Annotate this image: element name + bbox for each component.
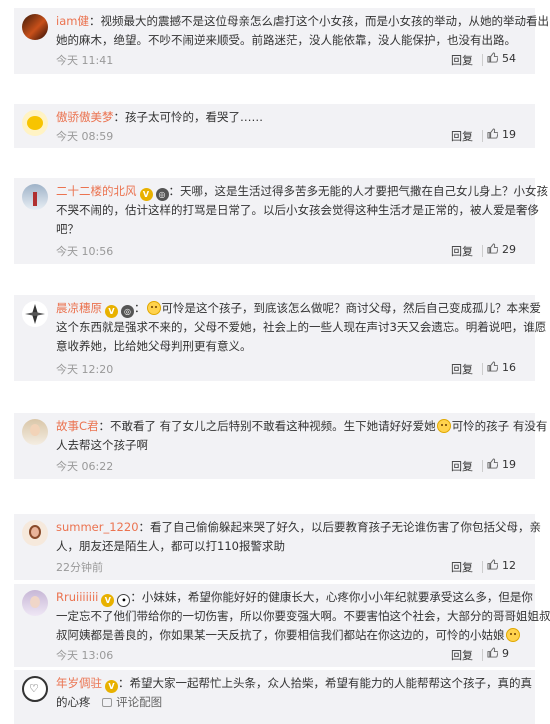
like-count: 9 [502,647,509,660]
username[interactable]: iam健 [56,14,89,28]
panda-badge-icon: • [117,594,131,607]
like-button[interactable]: 12 [487,559,525,572]
avatar[interactable] [22,184,48,210]
comment-text: 意收养她，比给她父母判刑更有意义。 [56,339,252,353]
avatar[interactable] [22,590,48,616]
avatar[interactable] [22,419,48,445]
avatar[interactable] [22,14,48,40]
like-button[interactable]: 9 [487,647,525,660]
comment-text: 一定忘不了他们带给你的一切伤害，所以你要变强大啊。不要害怕这个社会，大部分的哥哥… [56,609,550,623]
divider [482,460,483,472]
avatar[interactable] [22,110,48,136]
avatar[interactable] [22,520,48,546]
timestamp: 22分钟前 [56,561,103,574]
thumbs-up-icon [487,52,498,63]
reply-button[interactable]: 回复 [451,52,473,68]
member-badge-icon: V [101,594,115,607]
username[interactable]: 二十二楼的北风 [56,184,137,198]
member-badge-icon: V [105,680,118,693]
comment-text: 不哭不闹的，估计这样的打骂是日常了。以后小女孩会觉得这种生活才是正常的，被人爱是… [56,203,539,217]
like-count: 54 [502,52,516,65]
comment-card: Rruiiiiiii V • ：小妹妹，希望你能好好的健康长大，心疼你小小年纪就要承受… [14,584,550,667]
comment-card: 故事C君：不敢看了 有了女儿之后特别不敢看这种视频。生下她请好好爱她 可怜的孩子 … [14,413,547,479]
like-count: 19 [502,458,516,471]
comment-text: 叔阿姨都是善良的，你如果某一天反抗了，你要相信我们都站在你这边的，可怜的小姑娘 [56,628,505,642]
like-button[interactable]: 19 [487,128,525,141]
comment-text: 人去帮这个孩子啊 [56,438,148,452]
like-button[interactable]: 29 [487,243,525,256]
divider [482,130,483,142]
like-button[interactable]: 16 [487,361,525,374]
reply-button[interactable]: 回复 [451,458,473,474]
divider [482,245,483,257]
reply-button[interactable]: 回复 [451,243,473,259]
thumbs-up-icon [487,361,498,372]
divider [482,363,483,375]
timestamp: 今天 06:22 [56,460,114,473]
avatar-glyph: ♡ [29,682,39,695]
thumbs-up-icon [487,458,498,469]
username[interactable]: 故事C君 [56,419,99,433]
reply-button[interactable]: 回复 [451,647,473,663]
like-count: 12 [502,559,516,572]
like-count: 16 [502,361,516,374]
comment-card: iam健：视频最大的震撼不是这位母亲怎么虐打这个小女孩，而是小女孩的举动，从她的… [14,8,549,74]
reply-button[interactable]: 回复 [451,128,473,144]
comment-icon [102,698,113,707]
comment-text: 这个东西就是强求不来的，父母不爱她，社会上的一些人现在声讨3天又会遗忘。明着说吧… [56,320,547,334]
divider [482,649,483,661]
level-badge-icon: ◎ [155,188,169,201]
comment-text: 的心疼 [56,695,91,709]
emoji-icon [505,628,520,642]
username[interactable]: summer_1220 [56,520,139,534]
timestamp: 今天 13:06 [56,649,114,662]
comment-text: ：天哪，这是生活过得多苦多无能的人才要把气撒在自己女儿身上？小女孩 [168,184,549,198]
comment-text: 人，朋友还是陌生人，都可以打110报警求助 [56,539,285,553]
divider [482,561,483,573]
comment-with-image-button[interactable]: 评论配图 [102,695,162,709]
timestamp: 今天 11:41 [56,54,114,67]
username[interactable]: 傲骄傲美梦 [56,110,114,124]
like-count: 19 [502,128,516,141]
member-badge-icon: V [105,305,118,318]
thumbs-up-icon [487,243,498,254]
comment-text: ：小妹妹，希望你能好好的健康长大，心疼你小小年纪就要承受这么多，但是你 [130,590,533,604]
comment-card: 晨凉穗原 V ◎：可怜是这个孩子，到底该怎么做呢？商讨父母，然后自己变成孤儿？本来爱… [14,295,547,381]
comment-card: 二十二楼的北风 V ◎ ：天哪，这是生活过得多苦多无能的人才要把气撒在自己女儿身上？小… [14,178,548,264]
level-badge-icon: ◎ [121,305,134,318]
comment-text: ：不敢看了 有了女儿之后特别不敢看这种视频。生下她请好好爱她 [98,419,436,433]
like-count: 29 [502,243,516,256]
comment-text: 她的麻木，绝望。不吵不闹逆来顺受。前路迷茫，没人能依靠，没人能保护，也没有出路。 [56,33,516,47]
thumbs-up-icon [487,559,498,570]
like-button[interactable]: 19 [487,458,525,471]
reply-button[interactable]: 回复 [451,361,473,377]
timestamp: 今天 10:56 [56,245,114,258]
comment-text: 可怜是这个孩子，到底该怎么做呢？商讨父母，然后自己变成孤儿？本来爱 [161,301,542,315]
username[interactable]: 晨凉穗原 [56,301,102,315]
comment-card: ♡ 年岁倜驻 V ：希望大家一起帮忙上头条，众人拾柴，希望有能力的人能帮帮这个孩子，… [14,670,535,724]
timestamp: 今天 08:59 [56,130,114,143]
emoji-icon [436,419,451,433]
avatar[interactable]: ♡ [22,676,48,702]
comment-text: ：看了自己偷偷躲起来哭了好久，以后要教育孩子无论谁伤害了你包括父母，亲 [138,520,542,534]
like-button[interactable]: 54 [487,52,525,65]
member-badge-icon: V [139,188,153,201]
username[interactable]: 年岁倜驻 [56,676,102,690]
comment-text: ：视频最大的震撼不是这位母亲怎么虐打这个小女孩，而是小女孩的举动，从她的举动看出 [88,14,549,28]
username[interactable]: Rruiiiiiii [56,590,98,604]
thumbs-up-icon [487,128,498,139]
avatar[interactable] [22,301,48,327]
reply-button[interactable]: 回复 [451,559,473,575]
comment-text: ：孩子太可怜的，看哭了…… [113,110,264,124]
comment-text: 可怜的孩子 有没有 [451,419,548,433]
avatar-image [25,304,45,324]
divider [482,54,483,66]
comment-card: summer_1220：看了自己偷偷躲起来哭了好久，以后要教育孩子无论谁伤害了你… [14,514,541,580]
comment-text: 吧？ [56,222,79,236]
thumbs-up-icon [487,647,498,658]
comment-card: 傲骄傲美梦：孩子太可怜的，看哭了…… 今天 08:59 回复 19 [14,104,535,148]
emoji-icon [146,301,161,315]
timestamp: 今天 12:20 [56,363,114,376]
comment-text: ：希望大家一起帮忙上头条，众人拾柴，希望有能力的人能帮帮这个孩子，真的真 [118,676,532,690]
